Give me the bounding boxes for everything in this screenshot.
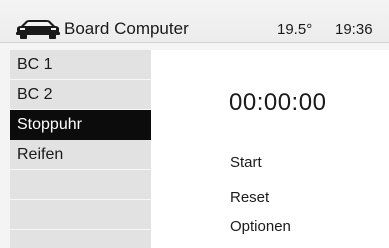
clock-time: 19:36	[335, 21, 373, 38]
reset-button[interactable]: Reset	[230, 189, 269, 207]
side-menu: BC 1 BC 2 Stoppuhr Reifen	[10, 50, 151, 248]
header-bar: Board Computer 19.5° 19:36	[0, 0, 389, 43]
app-title: Board Computer	[64, 19, 189, 38]
board-computer-screen: Board Computer 19.5° 19:36 BC 1 BC 2 Sto…	[0, 0, 389, 248]
stopwatch-display: 00:00:00	[229, 89, 327, 116]
menu-item-empty	[10, 230, 151, 248]
outside-temperature: 19.5°	[277, 21, 313, 38]
menu-item-empty	[10, 200, 151, 230]
menu-item-bc2[interactable]: BC 2	[10, 80, 151, 110]
menu-item-stoppuhr[interactable]: Stoppuhr	[10, 110, 151, 140]
menu-item-empty	[10, 170, 151, 200]
start-button[interactable]: Start	[230, 154, 262, 172]
car-icon	[16, 20, 60, 39]
menu-item-reifen[interactable]: Reifen	[10, 140, 151, 170]
menu-item-bc1[interactable]: BC 1	[10, 50, 151, 80]
options-button[interactable]: Optionen	[230, 218, 291, 236]
